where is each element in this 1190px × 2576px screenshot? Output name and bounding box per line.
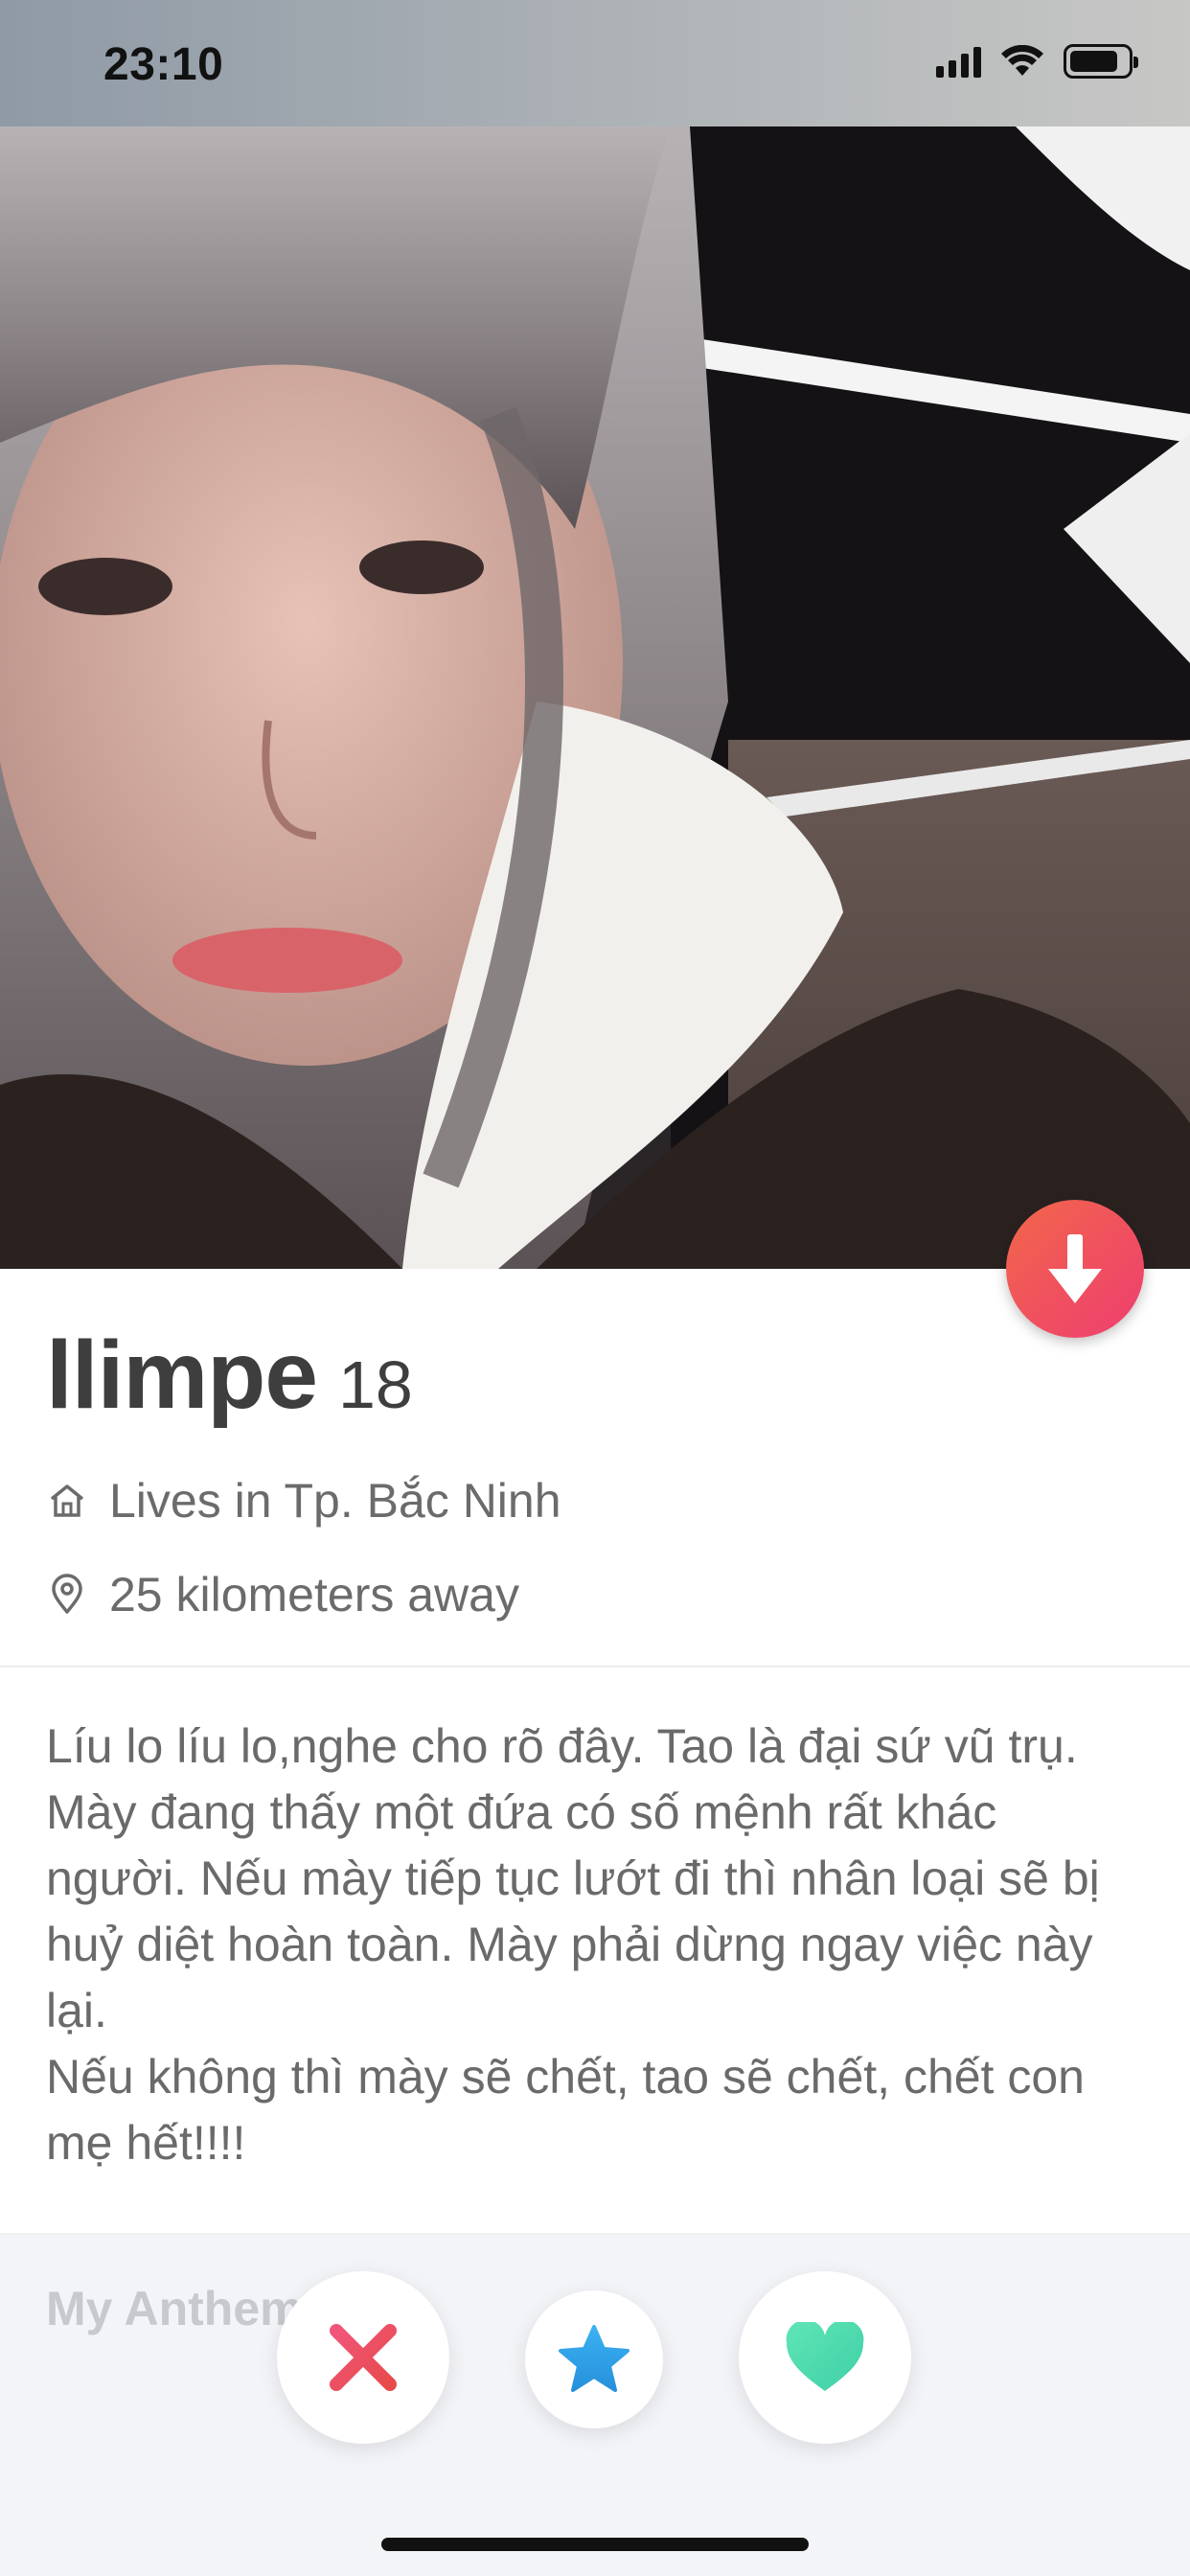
profile-photo-image [0, 126, 1190, 1269]
close-icon [330, 2324, 397, 2391]
wifi-icon [1001, 45, 1043, 76]
profile-name: llimpe [46, 1322, 318, 1429]
distance-row: 25 kilometers away [46, 1567, 1148, 1622]
lives-in-text: Lives in Tp. Bắc Ninh [109, 1474, 561, 1528]
super-like-button[interactable] [525, 2290, 663, 2428]
battery-icon [1064, 44, 1138, 79]
location-pin-icon [46, 1574, 88, 1616]
star-icon [559, 2325, 629, 2392]
nope-button[interactable] [277, 2271, 449, 2444]
profile-info: llimpe 18 Lives in Tp. Bắc Ninh 25 kilom… [46, 1321, 1148, 1622]
status-icons [936, 44, 1138, 79]
distance-text: 25 kilometers away [109, 1568, 519, 1622]
status-bar: 23:10 [0, 0, 1190, 126]
heart-icon [786, 2322, 864, 2391]
arrow-down-icon [1048, 1234, 1102, 1303]
bio-paragraph: Líu lo líu lo,nghe cho rõ đây. Tao là đạ… [46, 1719, 1100, 2037]
divider [0, 1666, 1190, 1668]
action-bar [0, 2271, 1190, 2444]
collapse-profile-button[interactable] [1006, 1200, 1144, 1338]
lives-in-row: Lives in Tp. Bắc Ninh [46, 1473, 1148, 1529]
home-icon [46, 1480, 88, 1522]
battery-level [1070, 51, 1118, 72]
home-indicator[interactable] [381, 2538, 809, 2551]
status-time: 23:10 [103, 39, 224, 90]
profile-photo[interactable] [0, 126, 1190, 1269]
profile-age: 18 [337, 1347, 413, 1422]
like-button[interactable] [739, 2271, 911, 2444]
bio-paragraph: Nếu không thì mày sẽ chết, tao sẽ chết, … [46, 2050, 1085, 2170]
profile-bio: Líu lo líu lo,nghe cho rõ đây. Tao là đạ… [46, 1714, 1148, 2176]
name-row: llimpe 18 [46, 1321, 1148, 1431]
cellular-signal-icon [936, 45, 981, 78]
